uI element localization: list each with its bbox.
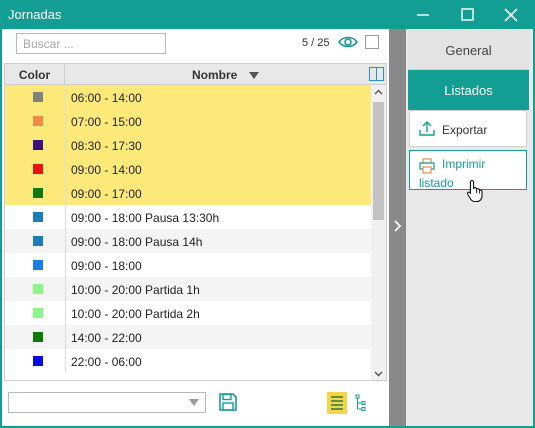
export-label: Exportar	[442, 123, 488, 137]
shift-name: 09:00 - 18:00 Pausa 14h	[71, 235, 203, 249]
column-divider	[65, 229, 66, 253]
tab-listados[interactable]: Listados	[408, 70, 529, 110]
color-swatch	[33, 188, 43, 198]
column-divider	[65, 181, 66, 205]
column-divider	[65, 85, 66, 109]
record-counter: 5 / 25	[302, 37, 330, 49]
shift-name: 14:00 - 22:00	[71, 331, 142, 345]
table-row[interactable]: 09:00 - 17:00	[5, 181, 371, 205]
vertical-scrollbar[interactable]	[371, 85, 386, 380]
table-row[interactable]: 22:00 - 06:00	[5, 349, 371, 373]
shift-name: 22:00 - 06:00	[71, 355, 142, 369]
color-swatch	[33, 140, 43, 150]
table-row[interactable]: 09:00 - 18:00 Pausa 13:30h	[5, 205, 371, 229]
list-icon[interactable]	[327, 392, 347, 414]
panel-splitter[interactable]	[389, 29, 406, 426]
save-icon[interactable]	[218, 392, 238, 412]
table-row[interactable]: 06:00 - 14:00	[5, 85, 371, 109]
scroll-up-button[interactable]	[371, 85, 386, 100]
tab-general[interactable]: General	[408, 30, 529, 70]
app-window: Jornadas Buscar ... 5 / 25 Color Nombre …	[0, 0, 535, 428]
select-all-checkbox[interactable]	[365, 35, 379, 49]
shift-name: 08:30 - 17:30	[71, 139, 142, 153]
columns-icon[interactable]	[369, 67, 384, 81]
tree-icon[interactable]	[354, 394, 368, 412]
table-row[interactable]: 14:00 - 22:00	[5, 325, 371, 349]
scrollbar-thumb[interactable]	[373, 102, 384, 220]
shift-name: 09:00 - 17:00	[71, 187, 142, 201]
hand-pointer-icon	[466, 179, 483, 203]
table-row[interactable]: 10:00 - 20:00 Partida 2h	[5, 301, 371, 325]
column-divider	[65, 205, 66, 229]
chevron-up-icon	[374, 89, 383, 95]
shifts-table: Color Nombre 06:00 - 14:00 07:00 - 15:00 0…	[4, 63, 387, 381]
color-swatch	[33, 236, 43, 246]
shifts-list-panel: Buscar ... 5 / 25 Color Nombre 06:00 - 1…	[2, 29, 389, 426]
shift-name: 06:00 - 14:00	[71, 91, 142, 105]
minimize-icon	[417, 14, 429, 16]
column-divider	[65, 133, 66, 157]
shift-name: 07:00 - 15:00	[71, 115, 142, 129]
table-row[interactable]: 09:00 - 18:00 Pausa 14h	[5, 229, 371, 253]
table-row[interactable]: 10:00 - 20:00 Partida 1h	[5, 277, 371, 301]
shift-name: 10:00 - 20:00 Partida 2h	[71, 307, 200, 321]
window-title: Jornadas	[8, 7, 62, 22]
table-header: Color Nombre	[5, 64, 386, 85]
column-header-color[interactable]: Color	[5, 64, 65, 85]
options-panel: General Listados Exportar Imprimir lista…	[406, 29, 533, 426]
table-row[interactable]: 08:30 - 17:30	[5, 133, 371, 157]
column-divider	[65, 157, 66, 181]
search-input[interactable]: Buscar ...	[16, 33, 166, 54]
close-button[interactable]	[489, 0, 533, 29]
column-divider	[65, 253, 66, 277]
column-divider	[65, 109, 66, 133]
shift-name: 09:00 - 18:00 Pausa 13:30h	[71, 211, 220, 225]
color-swatch	[33, 116, 43, 126]
color-swatch	[33, 308, 43, 318]
eye-icon[interactable]	[338, 33, 358, 51]
chevron-right-icon[interactable]	[393, 219, 402, 233]
client-area: Buscar ... 5 / 25 Color Nombre 06:00 - 1…	[2, 29, 533, 426]
maximize-icon	[461, 8, 474, 21]
column-header-name[interactable]: Nombre	[65, 64, 367, 85]
table-row[interactable]: 09:00 - 18:00	[5, 253, 371, 277]
chevron-down-icon	[189, 399, 199, 406]
shift-name: 10:00 - 20:00 Partida 1h	[71, 283, 200, 297]
close-icon	[504, 8, 518, 22]
title-bar: Jornadas	[0, 0, 535, 29]
filter-dropdown[interactable]	[8, 392, 206, 413]
column-divider	[65, 325, 66, 349]
scroll-down-button[interactable]	[371, 366, 386, 380]
maximize-button[interactable]	[445, 0, 489, 29]
chevron-down-icon	[374, 371, 383, 377]
sort-down-icon	[249, 72, 259, 79]
bottom-toolbar	[2, 384, 389, 426]
upload-icon	[419, 121, 435, 136]
shift-name: 09:00 - 18:00	[71, 259, 142, 273]
column-divider	[65, 277, 66, 301]
minimize-button[interactable]	[401, 0, 445, 29]
color-swatch	[33, 92, 43, 102]
column-divider	[65, 349, 66, 373]
color-swatch	[33, 356, 43, 366]
shift-name: 09:00 - 14:00	[71, 163, 142, 177]
table-body: 06:00 - 14:00 07:00 - 15:00 08:30 - 17:30 0…	[5, 85, 371, 380]
color-swatch	[33, 164, 43, 174]
column-header-name-label: Nombre	[192, 68, 238, 82]
color-swatch	[33, 212, 43, 222]
color-swatch	[33, 260, 43, 270]
table-row[interactable]: 09:00 - 14:00	[5, 157, 371, 181]
column-divider	[65, 301, 66, 325]
color-swatch	[33, 332, 43, 342]
export-button[interactable]: Exportar	[409, 110, 527, 147]
table-row[interactable]: 07:00 - 15:00	[5, 109, 371, 133]
color-swatch	[33, 284, 43, 294]
